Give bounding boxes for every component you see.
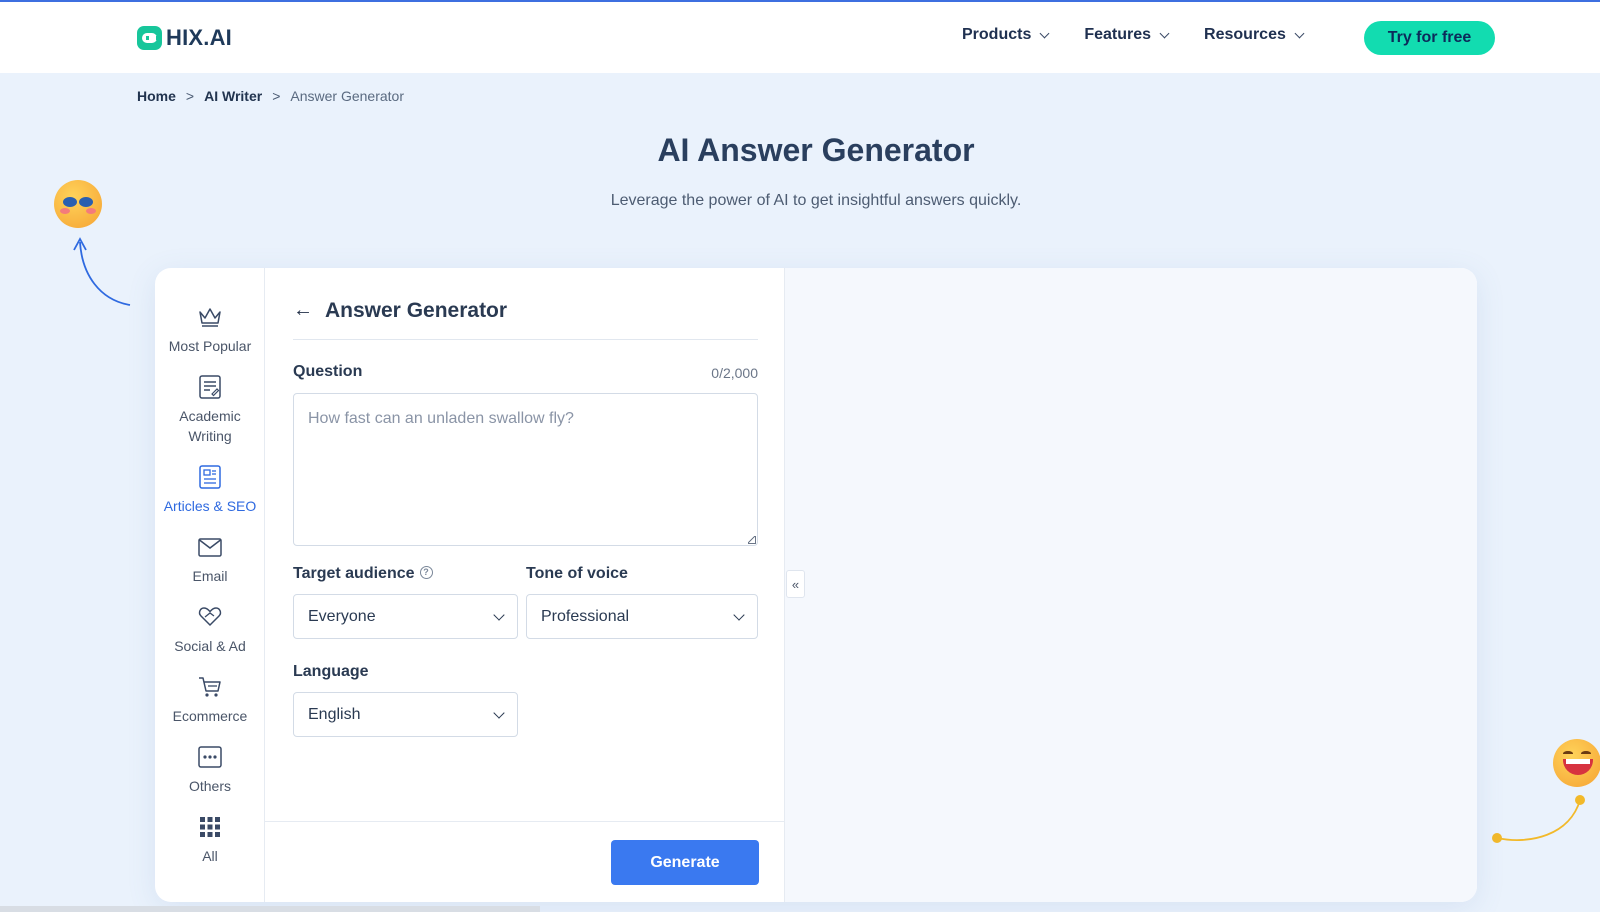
language-select[interactable]: English xyxy=(293,692,518,737)
chevron-down-icon xyxy=(1294,28,1305,38)
chevron-down-icon xyxy=(1039,28,1050,38)
target-audience-value: Everyone xyxy=(308,607,376,625)
sidebar-item-articles-seo[interactable]: Articles & SEO xyxy=(155,464,265,516)
sidebar-item-ecommerce[interactable]: Ecommerce xyxy=(155,674,265,726)
resize-handle-icon[interactable] xyxy=(748,536,756,544)
nav-resources[interactable]: Resources xyxy=(1204,26,1305,44)
form-panel: ← Answer Generator Question 0/2,000 Targ… xyxy=(265,268,785,902)
logo-icon xyxy=(137,26,162,50)
sidebar-item-academic-writing[interactable]: Academic Writing xyxy=(155,374,265,446)
question-label: Question xyxy=(293,363,363,380)
sidebar-item-label: Ecommerce xyxy=(172,708,248,724)
grid-icon xyxy=(200,817,220,837)
sidebar-item-all[interactable]: All xyxy=(155,814,265,866)
question-input[interactable] xyxy=(293,393,758,546)
document-edit-icon xyxy=(199,375,221,399)
sidebar-item-social-ad[interactable]: Social & Ad xyxy=(155,604,265,656)
collapse-panel-button[interactable]: « xyxy=(786,570,805,598)
breadcrumb: Home > AI Writer > Answer Generator xyxy=(137,88,404,104)
logo[interactable]: HIX.AI xyxy=(137,25,232,51)
nav-products-label: Products xyxy=(962,26,1032,43)
language-label: Language xyxy=(293,663,369,680)
nav-resources-label: Resources xyxy=(1204,26,1286,43)
tone-of-voice-value: Professional xyxy=(541,607,630,625)
yellow-curved-line-icon xyxy=(1496,799,1581,841)
nav-products[interactable]: Products xyxy=(962,26,1050,44)
logo-text: HIX.AI xyxy=(166,25,232,50)
sidebar-item-label: Articles & SEO xyxy=(163,498,257,514)
sidebar-item-label: Others xyxy=(188,778,231,794)
target-audience-select[interactable]: Everyone xyxy=(293,594,518,639)
horizontal-scrollbar[interactable] xyxy=(0,906,540,912)
sidebar-item-label: All xyxy=(202,848,218,864)
page-subtitle: Leverage the power of AI to get insightf… xyxy=(610,192,1022,209)
tone-of-voice-label: Tone of voice xyxy=(526,565,628,582)
breadcrumb-separator: > xyxy=(272,88,281,104)
generator-card: Most Popular Academic Writing Articles & xyxy=(155,268,1477,902)
target-audience-label-text: Target audience xyxy=(293,565,415,582)
heart-hand-icon xyxy=(198,607,222,627)
sidebar-item-label: Academic Writing xyxy=(179,408,241,444)
chevron-down-icon xyxy=(493,706,505,719)
crown-icon xyxy=(199,308,221,327)
chevron-down-icon xyxy=(1159,28,1170,38)
nav-features-label: Features xyxy=(1084,26,1152,43)
output-panel: ∷ xyxy=(785,268,1477,902)
site-header: HIX.AI Products Features Resources Try f… xyxy=(0,2,1600,73)
language-value: English xyxy=(308,705,361,723)
breadcrumb-ai-writer[interactable]: AI Writer xyxy=(204,88,262,104)
chevron-down-icon xyxy=(733,608,745,621)
envelope-icon xyxy=(198,538,222,557)
pleading-face-emoji-icon xyxy=(54,180,102,228)
breadcrumb-separator: > xyxy=(185,88,195,104)
sidebar-item-email[interactable]: Email xyxy=(155,534,265,586)
tone-of-voice-select[interactable]: Professional xyxy=(526,594,758,639)
form-header: ← Answer Generator xyxy=(293,296,758,340)
sidebar-item-most-popular[interactable]: Most Popular xyxy=(155,304,265,356)
dots-icon xyxy=(198,746,222,768)
sidebar-item-label: Email xyxy=(192,568,228,584)
back-arrow-icon[interactable]: ← xyxy=(293,299,313,322)
sidebar-item-label: Most Popular xyxy=(168,338,252,354)
page-title: AI Answer Generator xyxy=(657,132,975,168)
question-char-counter: 0/2,000 xyxy=(711,365,758,381)
grinning-face-emoji-icon xyxy=(1553,739,1600,787)
category-sidebar: Most Popular Academic Writing Articles & xyxy=(155,268,265,902)
sidebar-item-label: Social & Ad xyxy=(174,638,246,654)
target-audience-label: Target audience? xyxy=(293,565,433,583)
chevron-down-icon xyxy=(493,608,505,621)
cart-icon xyxy=(199,677,221,697)
try-for-free-button[interactable]: Try for free xyxy=(1364,21,1495,55)
breadcrumb-home[interactable]: Home xyxy=(137,88,176,104)
sidebar-item-others[interactable]: Others xyxy=(155,744,265,796)
breadcrumb-current: Answer Generator xyxy=(290,88,404,104)
form-title: Answer Generator xyxy=(325,298,508,322)
blue-curved-arrow-icon xyxy=(79,241,131,306)
info-icon[interactable]: ? xyxy=(419,565,433,579)
article-icon xyxy=(199,465,221,489)
main-nav: Products Features Resources xyxy=(962,26,1339,44)
generate-button[interactable]: Generate xyxy=(611,840,759,885)
nav-features[interactable]: Features xyxy=(1084,26,1170,44)
form-footer: Generate xyxy=(265,821,785,902)
